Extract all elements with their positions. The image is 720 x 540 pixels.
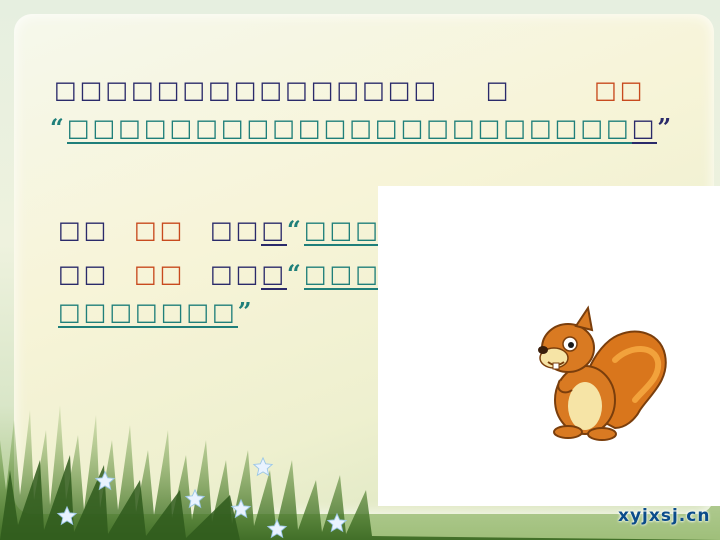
line3-highlight: □□ [134, 216, 186, 244]
sentence-line-2: “□□□□□□□□□□□□□□□□□□□□□□□” [50, 112, 674, 144]
open-quote: “ [50, 113, 67, 142]
close-quote: ” [657, 113, 675, 142]
star-icon [56, 505, 78, 526]
line3-prefix: □□ [58, 216, 110, 244]
star-icon [230, 498, 252, 519]
line1-text: □□□□□□□□□□□□□□□ [54, 76, 440, 104]
line4-highlight: □□ [134, 260, 186, 288]
open-quote: “ [287, 215, 304, 244]
line3-mid-underlined: □ [261, 216, 288, 246]
close-quote: ” [237, 297, 255, 326]
sentence-line-3: □□ □□ □□□“□□□□□ [58, 214, 433, 246]
line4-prefix: □□ [58, 260, 110, 288]
star-icon [184, 488, 206, 509]
line1-highlight: □□ [594, 76, 646, 104]
sentence-line-5: □□□□□□□” [58, 296, 255, 328]
star-icon [326, 512, 348, 533]
line2-underlined-text: □□□□□□□□□□□□□□□□□□□□□□ [66, 114, 632, 144]
line2-tail: □ [631, 114, 658, 144]
star-icon [94, 470, 116, 491]
site-watermark: xyjxsj.cn [618, 506, 711, 526]
squirrel-illustration [538, 305, 667, 441]
sentence-line-4: □□ □□ □□□“□□□□□ [58, 258, 433, 290]
star-icon [252, 456, 274, 477]
line5-underlined-text: □□□□□□□ [58, 298, 238, 328]
sentence-line-1: □□□□□□□□□□□□□□□ □ □□ [54, 74, 645, 106]
star-icon [266, 518, 288, 539]
open-quote: “ [287, 259, 304, 288]
line1-mid: □ [485, 76, 512, 104]
line4-mid: □□ [210, 260, 262, 288]
line4-mid-underlined: □ [261, 260, 288, 290]
line3-mid: □□ [210, 216, 262, 244]
